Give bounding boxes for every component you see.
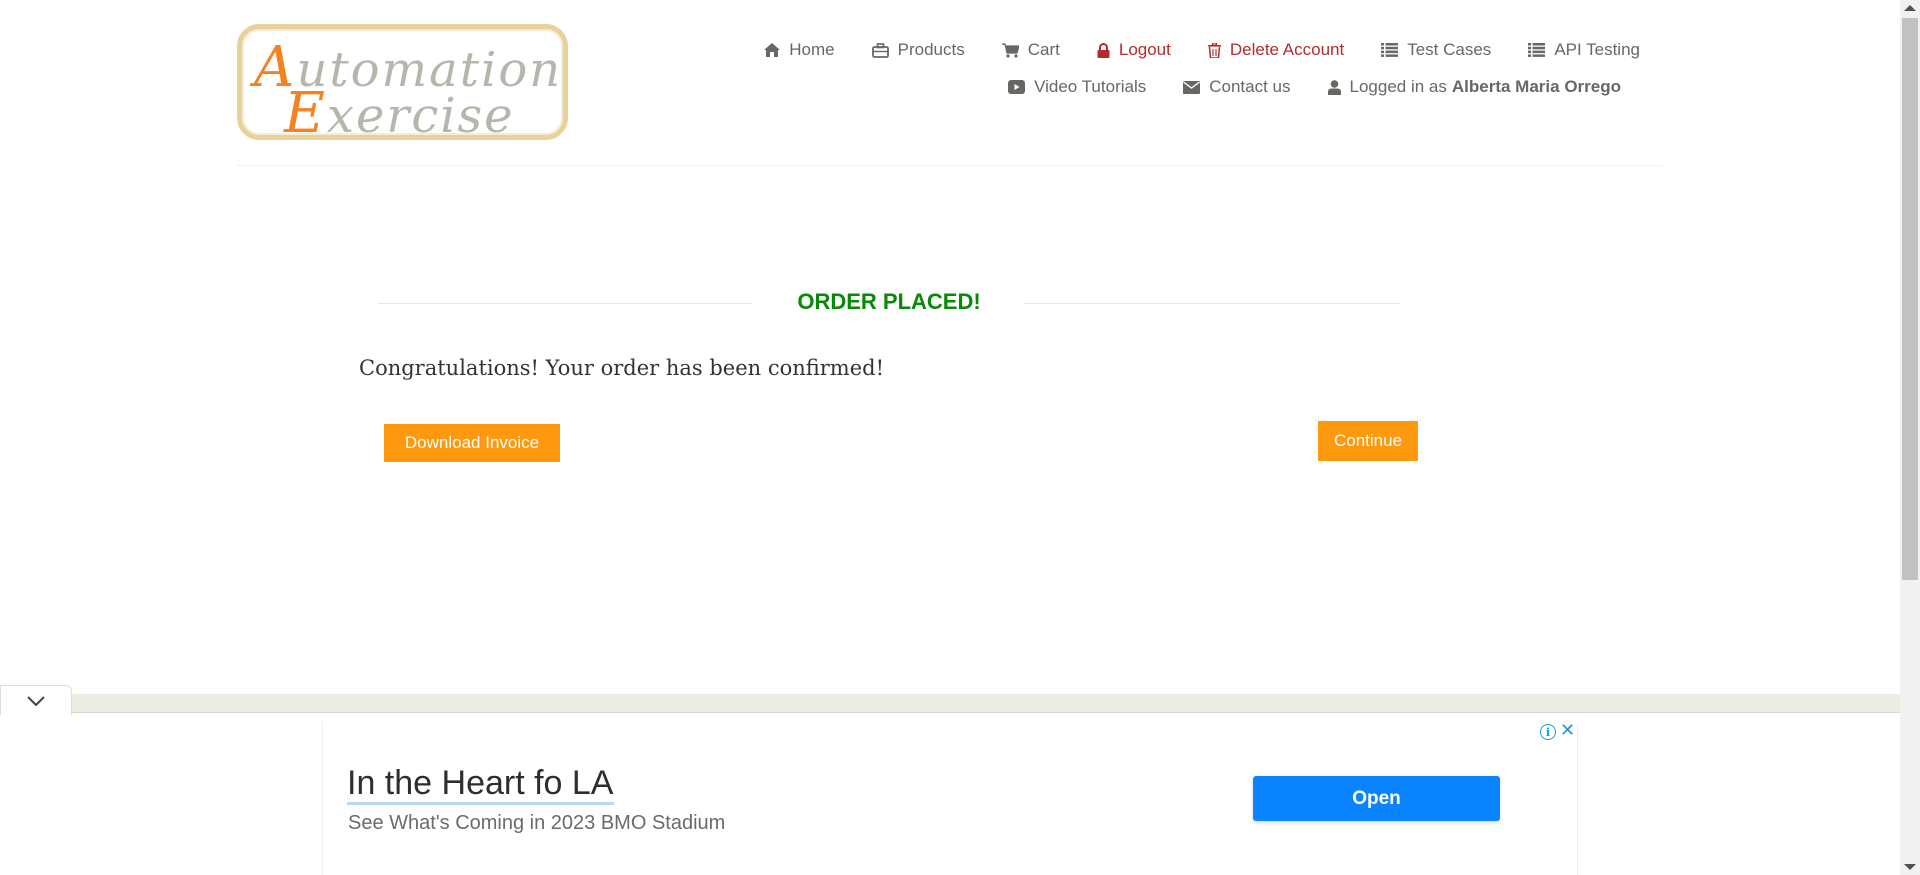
logo-cap-e: E — [284, 81, 327, 146]
nav-cart-label: Cart — [1027, 40, 1060, 59]
ad-subtext: See What's Coming in 2023 BMO Stadium — [348, 812, 726, 834]
list-icon — [1381, 43, 1399, 57]
nav-test-cases[interactable]: Test Cases — [1381, 40, 1491, 60]
trash-icon — [1207, 42, 1221, 58]
nav-contact-us-label: Contact us — [1209, 77, 1291, 96]
nav-row-1: Home Products Cart Logout Delete Account… — [660, 38, 1640, 62]
nav-cart[interactable]: Cart — [1001, 40, 1060, 60]
youtube-icon — [1008, 80, 1026, 94]
page-scrollbar[interactable] — [1900, 0, 1920, 875]
nav-logged-in: Logged in as Alberta Maria Orrego — [1327, 77, 1621, 97]
briefcase-icon — [871, 42, 889, 58]
nav-row-2: Video Tutorials Contact us Logged in as … — [660, 75, 1640, 99]
nav-logout-label: Logout — [1118, 40, 1171, 59]
home-icon — [764, 43, 781, 57]
scroll-thumb[interactable] — [1902, 18, 1918, 580]
nav-api-testing[interactable]: API Testing — [1528, 40, 1640, 60]
continue-button[interactable]: Continue — [1318, 421, 1418, 461]
nav-home[interactable]: Home — [764, 40, 835, 60]
logo-text-2: xercise — [326, 88, 515, 144]
nav-video-tutorials[interactable]: Video Tutorials — [1008, 77, 1146, 97]
nav-api-testing-label: API Testing — [1554, 40, 1640, 59]
user-icon — [1327, 79, 1341, 95]
scroll-up-arrow[interactable] — [1904, 5, 1916, 11]
ad-close-icon[interactable]: ✕ — [1560, 720, 1575, 741]
site-logo[interactable]: Automation Exercise — [237, 24, 568, 146]
logged-in-prefix: Logged in as — [1349, 77, 1447, 96]
title-wrap: ORDER PLACED! — [378, 287, 1400, 317]
ad-strip — [72, 694, 1900, 713]
scroll-down-arrow[interactable] — [1904, 864, 1916, 870]
header-divider — [237, 165, 1662, 166]
nav-products[interactable]: Products — [871, 40, 965, 60]
site-header: Automation Exercise Home Products Cart L… — [0, 0, 1900, 170]
ad-collapse-button[interactable] — [0, 685, 72, 715]
main-nav: Home Products Cart Logout Delete Account… — [660, 38, 1640, 112]
chevron-down-icon — [27, 695, 45, 706]
nav-video-tutorials-label: Video Tutorials — [1034, 77, 1147, 96]
ad-open-button[interactable]: Open — [1253, 776, 1500, 821]
page-title: ORDER PLACED! — [797, 289, 981, 314]
nav-contact-us[interactable]: Contact us — [1183, 77, 1291, 97]
download-invoice-button[interactable]: Download Invoice — [384, 424, 560, 462]
ad-info-icon[interactable]: i — [1540, 724, 1556, 740]
nav-delete-account-label: Delete Account — [1229, 40, 1345, 59]
cart-icon — [1001, 42, 1019, 58]
title-divider-right — [1024, 303, 1400, 304]
logo-line-2: Exercise — [284, 81, 515, 146]
list-icon — [1528, 43, 1546, 57]
nav-products-label: Products — [897, 40, 965, 59]
lock-icon — [1097, 42, 1110, 58]
confirmation-message: Congratulations! Your order has been con… — [359, 356, 885, 380]
envelope-icon — [1183, 80, 1201, 94]
logged-in-username: Alberta Maria Orrego — [1451, 77, 1621, 96]
nav-test-cases-label: Test Cases — [1407, 40, 1492, 59]
nav-logout[interactable]: Logout — [1097, 40, 1171, 60]
ad-headline[interactable]: In the Heart fo LA — [347, 764, 614, 805]
nav-home-label: Home — [789, 40, 835, 59]
nav-delete-account[interactable]: Delete Account — [1207, 40, 1345, 60]
